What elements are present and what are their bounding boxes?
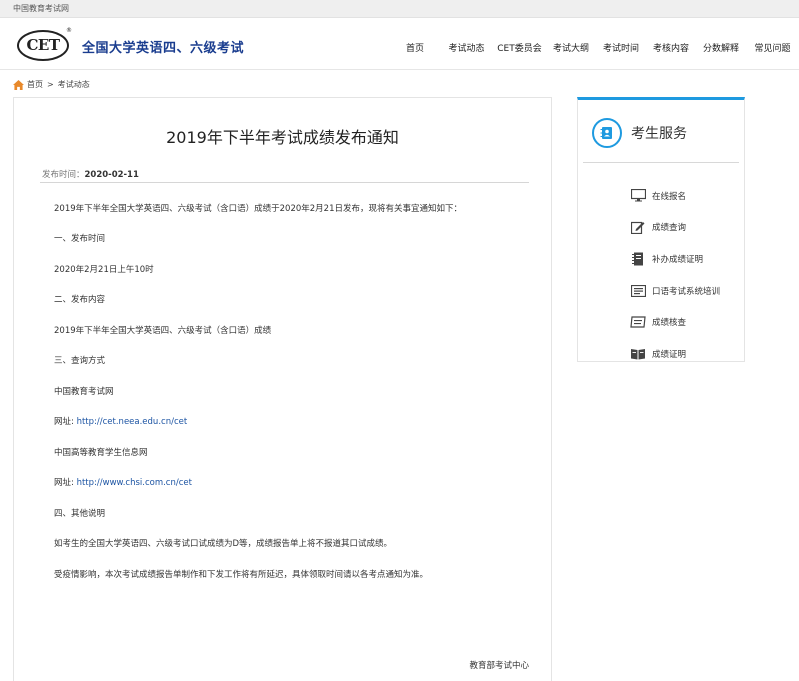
service-link-label: 成绩证明 (652, 349, 687, 360)
paragraph: 2019年下半年全国大学英语四、六级考试（含口语）成绩 (54, 326, 272, 336)
home-icon (13, 79, 24, 90)
service-link-reissue-certificate[interactable]: 补办成绩证明 (630, 243, 720, 275)
main-nav: 首页 考试动态 CET委员会 考试大纲 考试时间 考核内容 分数解释 常见问题 (390, 18, 799, 70)
top-bar: 中国教育考试网 (0, 0, 799, 18)
service-title: 考生服务 (631, 126, 687, 142)
nav-label: 分数解释 (702, 44, 739, 54)
book-icon (630, 347, 646, 361)
title-divider (40, 182, 529, 183)
breadcrumb-separator: > (47, 80, 54, 89)
paragraph: 中国高等教育学生信息网 (54, 448, 148, 458)
signature: 教育部考试中心 (469, 661, 529, 671)
document-icon (630, 252, 646, 266)
paragraph: 受疫情影响，本次考试成绩报告单制作和下发工作将有所延迟，具体领取时间请以各考点通… (54, 570, 429, 580)
paragraph: 2019年下半年全国大学英语四、六级考试（含口语）成绩于2020年2月21日发布… (54, 204, 462, 214)
service-link-score-review[interactable]: 成绩核查 (630, 306, 720, 338)
logo-text: CET (26, 36, 60, 54)
nav-label: CET委员会 (497, 44, 542, 54)
url-line: 网址: http://www.chsi.com.cn/cet (54, 476, 192, 488)
nav-label: 常见问题 (754, 44, 791, 54)
paragraph: 三、查询方式 (54, 356, 106, 366)
cet-logo[interactable]: CET ® (17, 27, 72, 61)
nav-faq[interactable]: 常见问题 (746, 18, 799, 70)
date-value: 2020-02-11 (84, 170, 139, 180)
service-link-label: 成绩查询 (652, 223, 687, 234)
breadcrumb-home[interactable]: 首页 (27, 79, 43, 90)
service-link-oral-training[interactable]: 口语考试系统培训 (630, 275, 720, 307)
nav-cet-committee[interactable]: CET委员会 (493, 18, 546, 70)
service-header: 考生服务 (592, 118, 687, 148)
service-panel: 考生服务 在线报名 成绩查询 补办成绩证明 口语考试系统培训 成绩核查 成绩证明 (577, 97, 745, 362)
paragraph: 如考生的全国大学英语四、六级考试口试成绩为D等，成绩报告单上将不报道其口试成绩。 (54, 539, 393, 549)
paragraph: 一、发布时间 (54, 234, 106, 244)
service-link-label: 补办成绩证明 (652, 254, 704, 265)
nav-exam-content[interactable]: 考核内容 (646, 18, 696, 70)
chsi-url-link[interactable]: http://www.chsi.com.cn/cet (77, 478, 192, 488)
nav-exam-time[interactable]: 考试时间 (596, 18, 646, 70)
service-link-score-query[interactable]: 成绩查询 (630, 212, 720, 244)
address-book-icon (592, 118, 622, 148)
url-line: 网址: http://cet.neea.edu.cn/cet (54, 415, 187, 427)
service-link-label: 成绩核查 (652, 318, 687, 329)
paragraph: 2020年2月21日上午10时 (54, 265, 154, 275)
publish-date: 发布时间：2020-02-11 (42, 168, 139, 180)
nav-syllabus[interactable]: 考试大纲 (546, 18, 596, 70)
ticket-icon (630, 315, 646, 329)
service-divider (583, 162, 739, 163)
header: CET ® 全国大学英语四、六级考试 首页 考试动态 CET委员会 考试大纲 考… (0, 18, 799, 70)
service-link-online-registration[interactable]: 在线报名 (630, 180, 720, 212)
paragraph: 四、其他说明 (54, 509, 106, 519)
cet-url-link[interactable]: http://cet.neea.edu.cn/cet (77, 417, 188, 427)
monitor-icon (630, 189, 646, 203)
paragraph: 中国教育考试网 (54, 387, 114, 397)
breadcrumb-current[interactable]: 考试动态 (58, 79, 90, 90)
service-link-score-certificate[interactable]: 成绩证明 (630, 338, 720, 370)
url-prefix: 网址: (54, 417, 77, 427)
url-prefix: 网址: (54, 478, 77, 488)
service-links: 在线报名 成绩查询 补办成绩证明 口语考试系统培训 成绩核查 成绩证明 (630, 180, 720, 370)
edit-icon (630, 220, 646, 235)
service-link-label: 在线报名 (652, 191, 687, 202)
nav-label: 考核内容 (652, 44, 689, 54)
site-name[interactable]: 中国教育考试网 (13, 3, 69, 14)
service-link-label: 口语考试系统培训 (652, 286, 721, 297)
date-label: 发布时间： (42, 170, 85, 180)
nav-score-explanation[interactable]: 分数解释 (696, 18, 746, 70)
paragraph: 二、发布内容 (54, 295, 106, 305)
screen-icon (630, 284, 646, 298)
breadcrumb: 首页 > 考试动态 (13, 79, 90, 90)
nav-label: 考试动态 (448, 44, 485, 54)
nav-label: 考试时间 (602, 44, 639, 54)
registered-mark: ® (66, 27, 72, 34)
article-title: 2019年下半年考试成绩发布通知 (166, 128, 399, 147)
article-panel: 2019年下半年考试成绩发布通知 发布时间：2020-02-11 2019年下半… (13, 97, 552, 681)
nav-label: 首页 (405, 44, 424, 54)
nav-home[interactable]: 首页 (390, 18, 440, 70)
site-title[interactable]: 全国大学英语四、六级考试 (82, 37, 244, 56)
nav-label: 考试大纲 (552, 44, 589, 54)
nav-exam-news[interactable]: 考试动态 (440, 18, 493, 70)
